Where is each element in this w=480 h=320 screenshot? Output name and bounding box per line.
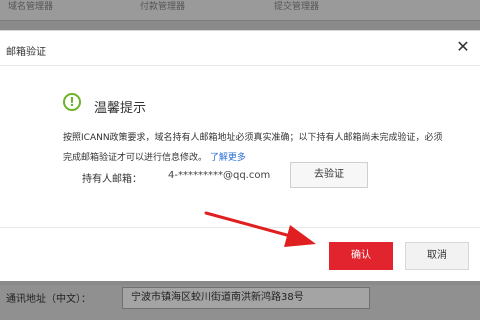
arrow-head: [284, 225, 316, 247]
arrow-shaft: [204, 211, 296, 239]
red-arrow-annotation: [204, 211, 316, 247]
